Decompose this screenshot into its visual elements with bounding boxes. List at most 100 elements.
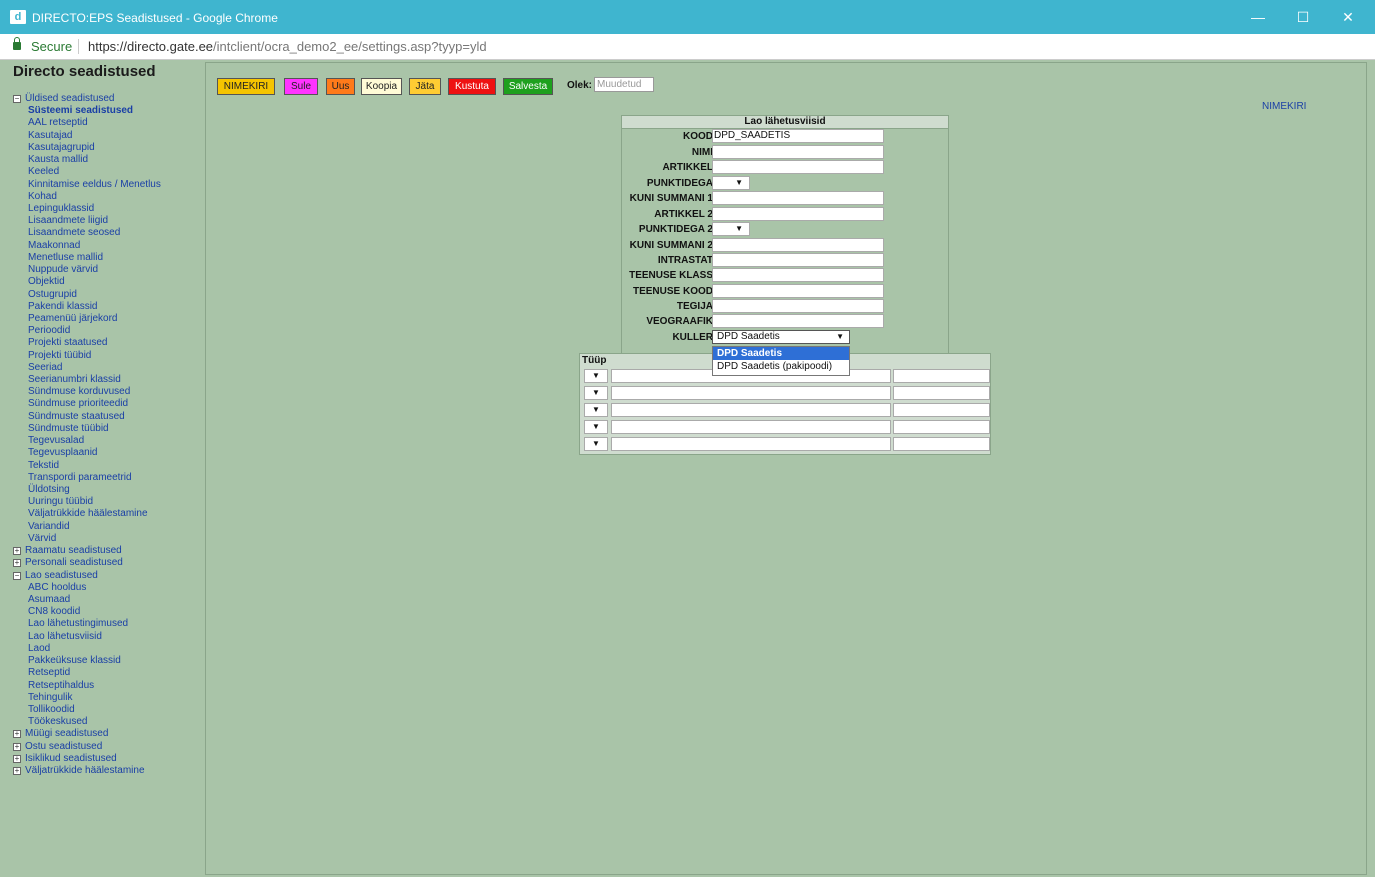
uus-button[interactable]: Uus — [326, 78, 355, 95]
kuller-dropdown-list[interactable]: DPD Saadetis DPD Saadetis (pakipoodi) — [712, 346, 850, 376]
expand-icon[interactable]: + — [13, 767, 21, 776]
tyyp-value-field[interactable] — [611, 386, 891, 400]
sidebar-item[interactable]: Ostugrupid — [13, 289, 203, 301]
tyyp-extra-field[interactable] — [893, 437, 990, 451]
text-field[interactable] — [712, 238, 884, 252]
sidebar-item[interactable]: Kasutajagrupid — [13, 142, 203, 154]
expand-icon[interactable]: + — [13, 559, 21, 568]
sidebar-item[interactable]: Tekstid — [13, 460, 203, 472]
tyyp-select[interactable]: ▼ — [584, 437, 608, 451]
collapse-icon[interactable]: − — [13, 571, 21, 580]
sidebar-item[interactable]: Perioodid — [13, 325, 203, 337]
sidebar-item[interactable]: Lisaandmete seosed — [13, 227, 203, 239]
sidebar-item[interactable]: AAL retseptid — [13, 117, 203, 129]
expand-icon[interactable]: + — [13, 547, 21, 556]
salvesta-button[interactable]: Salvesta — [503, 78, 553, 95]
text-field[interactable] — [712, 299, 884, 313]
text-field[interactable] — [712, 284, 884, 298]
sidebar-item[interactable]: Maakonnad — [13, 240, 203, 252]
text-field[interactable] — [712, 207, 884, 221]
sidebar-item[interactable]: Retseptid — [13, 667, 203, 679]
sidebar-item[interactable]: Sündmuste staatused — [13, 411, 203, 423]
expand-icon[interactable]: + — [13, 742, 21, 751]
expand-icon[interactable]: + — [13, 754, 21, 763]
sule-button[interactable]: Sule — [284, 78, 318, 95]
kuller-option-dpd-saadetis[interactable]: DPD Saadetis — [713, 347, 849, 360]
sidebar-item[interactable]: + Isiklikud seadistused — [13, 753, 203, 765]
tyyp-extra-field[interactable] — [893, 386, 990, 400]
sidebar-item[interactable]: Kasutajad — [13, 130, 203, 142]
text-field[interactable] — [712, 160, 884, 174]
sidebar-item[interactable]: Nuppude värvid — [13, 264, 203, 276]
sidebar-item[interactable]: Värvid — [13, 533, 203, 545]
sidebar-item[interactable]: Süsteemi seadistused — [13, 105, 203, 117]
tyyp-extra-field[interactable] — [893, 369, 990, 383]
collapse-icon[interactable]: − — [13, 95, 21, 103]
sidebar-item[interactable]: + Ostu seadistused — [13, 741, 203, 753]
tyyp-select[interactable]: ▼ — [584, 420, 608, 434]
koopia-button[interactable]: Koopia — [361, 78, 402, 95]
tyyp-select[interactable]: ▼ — [584, 369, 608, 383]
sidebar-item[interactable]: − Üldised seadistused — [13, 93, 203, 105]
sidebar-item[interactable]: − Lao seadistused — [13, 570, 203, 582]
sidebar-item[interactable]: Projekti tüübid — [13, 350, 203, 362]
sidebar-item[interactable]: + Väljatrükkide häälestamine — [13, 765, 203, 777]
sidebar-item[interactable]: + Müügi seadistused — [13, 728, 203, 740]
tyyp-select[interactable]: ▼ — [584, 403, 608, 417]
select-field[interactable]: ▼ — [712, 176, 750, 190]
sidebar-item[interactable]: Seerianumbri klassid — [13, 374, 203, 386]
sidebar-item[interactable]: Kohad — [13, 191, 203, 203]
sidebar-item[interactable]: Tollikoodid — [13, 704, 203, 716]
sidebar-item[interactable]: Väljatrükkide häälestamine — [13, 508, 203, 520]
sidebar-item[interactable]: Lao lähetustingimused — [13, 618, 203, 630]
sidebar-item[interactable]: Üldotsing — [13, 484, 203, 496]
select-field[interactable]: ▼ — [712, 222, 750, 236]
text-field[interactable]: DPD_SAADETIS — [712, 129, 884, 143]
text-field[interactable] — [712, 253, 884, 267]
tyyp-value-field[interactable] — [611, 403, 891, 417]
sidebar-item[interactable]: Töökeskused — [13, 716, 203, 728]
kuller-select[interactable]: DPD Saadetis ▼ — [712, 330, 850, 344]
sidebar-item[interactable]: Tehingulik — [13, 692, 203, 704]
address-bar[interactable]: Secure https://directo.gate.ee/intclient… — [0, 34, 1375, 60]
kustuta-button[interactable]: Kustuta — [448, 78, 496, 95]
sidebar-item[interactable]: Pakendi klassid — [13, 301, 203, 313]
sidebar-item[interactable]: Kausta mallid — [13, 154, 203, 166]
sidebar-item[interactable]: Sündmuste tüübid — [13, 423, 203, 435]
tyyp-extra-field[interactable] — [893, 403, 990, 417]
tyyp-select[interactable]: ▼ — [584, 386, 608, 400]
sidebar-item[interactable]: Lao lähetusviisid — [13, 631, 203, 643]
tyyp-extra-field[interactable] — [893, 420, 990, 434]
sidebar-item[interactable]: ABC hooldus — [13, 582, 203, 594]
sidebar-item[interactable]: Peamenüü järjekord — [13, 313, 203, 325]
sidebar-item[interactable]: Retseptihaldus — [13, 680, 203, 692]
minimize-button[interactable]: — — [1243, 6, 1273, 28]
sidebar-item[interactable]: Kinnitamise eeldus / Menetlus — [13, 179, 203, 191]
kuller-option-dpd-pakipoodi[interactable]: DPD Saadetis (pakipoodi) — [713, 360, 849, 373]
sidebar-item[interactable]: Tegevusalad — [13, 435, 203, 447]
text-field[interactable] — [712, 145, 884, 159]
close-button[interactable]: ✕ — [1333, 6, 1363, 28]
sidebar-item[interactable]: Sündmuse korduvused — [13, 386, 203, 398]
sidebar-item[interactable]: Objektid — [13, 276, 203, 288]
sidebar-item[interactable]: Tegevusplaanid — [13, 447, 203, 459]
sidebar-item[interactable]: Keeled — [13, 166, 203, 178]
sidebar-item[interactable]: Sündmuse prioriteedid — [13, 398, 203, 410]
sidebar-item[interactable]: + Personali seadistused — [13, 557, 203, 569]
sidebar-item[interactable]: Projekti staatused — [13, 337, 203, 349]
sidebar-item[interactable]: Laod — [13, 643, 203, 655]
expand-icon[interactable]: + — [13, 730, 21, 739]
jata-button[interactable]: Jäta — [409, 78, 441, 95]
url-text[interactable]: https://directo.gate.ee/intclient/ocra_d… — [88, 39, 487, 54]
text-field[interactable] — [712, 268, 884, 282]
text-field[interactable] — [712, 191, 884, 205]
sidebar-item[interactable]: Asumaad — [13, 594, 203, 606]
sidebar-item[interactable]: Variandid — [13, 521, 203, 533]
nimekiri-button[interactable]: NIMEKIRI — [217, 78, 275, 95]
sidebar-item[interactable]: Seeriad — [13, 362, 203, 374]
sidebar-item[interactable]: Transpordi parameetrid — [13, 472, 203, 484]
text-field[interactable] — [712, 314, 884, 328]
nimekiri-link[interactable]: NIMEKIRI — [1262, 101, 1306, 112]
tyyp-value-field[interactable] — [611, 420, 891, 434]
sidebar-item[interactable]: CN8 koodid — [13, 606, 203, 618]
